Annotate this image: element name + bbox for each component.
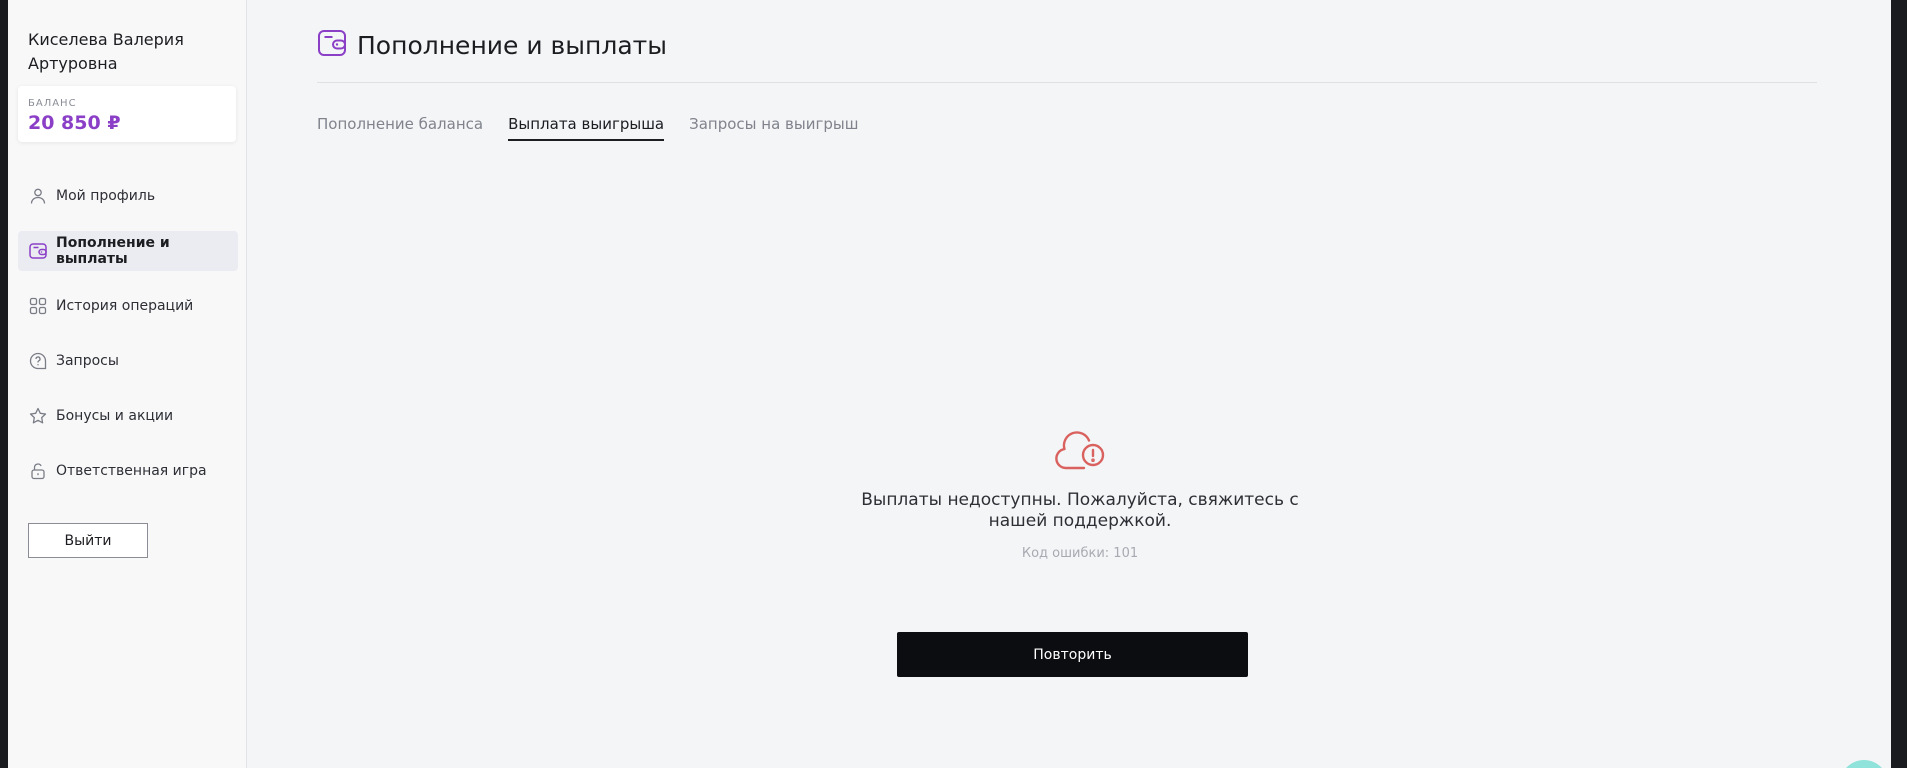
page-title: Пополнение и выплаты xyxy=(357,30,667,60)
tab-deposit[interactable]: Пополнение баланса xyxy=(317,115,483,141)
sidebar-item-label: Запросы xyxy=(56,353,119,369)
tab-withdrawal-requests[interactable]: Запросы на выигрыш xyxy=(689,115,858,141)
grid-icon xyxy=(28,296,48,316)
user-icon xyxy=(28,186,48,206)
sidebar-item-deposits-payouts[interactable]: Пополнение и выплаты xyxy=(18,231,238,271)
error-code: Код ошибки: 101 xyxy=(1021,546,1139,561)
logout-button[interactable]: Выйти xyxy=(28,523,148,558)
sidebar-item-label: Мой профиль xyxy=(56,188,156,204)
error-state: Выплаты недоступны. Пожалуйста, свяжитес… xyxy=(830,430,1330,561)
tab-bar: Пополнение баланса Выплата выигрыша Запр… xyxy=(317,115,883,141)
wallet-icon xyxy=(28,241,48,261)
sidebar-item-label: Ответственная игра xyxy=(56,463,207,479)
app-window: Киселева Валерия Артуровна БАЛАНС 20 850… xyxy=(8,0,1891,768)
header-divider xyxy=(317,82,1817,83)
cloud-error-icon xyxy=(1055,431,1105,470)
sidebar-item-responsible-gaming[interactable]: Ответственная игра xyxy=(18,451,238,491)
sidebar-item-label: История операций xyxy=(56,298,194,314)
balance-value: 20 850 ₽ xyxy=(28,112,121,134)
error-message: Выплаты недоступны. Пожалуйста, свяжитес… xyxy=(861,490,1299,531)
main-content: Пополнение и выплаты Пополнение баланса … xyxy=(247,0,1891,768)
retry-button[interactable]: Повторить xyxy=(897,632,1248,677)
star-icon xyxy=(28,406,48,426)
sidebar-item-label: Пополнение и выплаты xyxy=(56,235,170,267)
page-header: Пополнение и выплаты xyxy=(317,28,667,62)
balance-card: БАЛАНС 20 850 ₽ xyxy=(18,86,236,142)
sidebar-nav: Мой профиль Пополнение и выплаты История… xyxy=(18,176,238,506)
question-bubble-icon xyxy=(28,351,48,371)
sidebar-item-bonuses[interactable]: Бонусы и акции xyxy=(18,396,238,436)
balance-label: БАЛАНС xyxy=(28,98,77,109)
sidebar-item-profile[interactable]: Мой профиль xyxy=(18,176,238,216)
sidebar-item-label: Бонусы и акции xyxy=(56,408,174,424)
user-name: Киселева Валерия Артуровна xyxy=(28,30,184,73)
sidebar: Киселева Валерия Артуровна БАЛАНС 20 850… xyxy=(8,0,247,768)
wallet-icon xyxy=(317,28,347,62)
lock-icon xyxy=(28,461,48,481)
sidebar-item-history[interactable]: История операций xyxy=(18,286,238,326)
sidebar-item-requests[interactable]: Запросы xyxy=(18,341,238,381)
tab-withdrawal[interactable]: Выплата выигрыша xyxy=(508,115,665,141)
